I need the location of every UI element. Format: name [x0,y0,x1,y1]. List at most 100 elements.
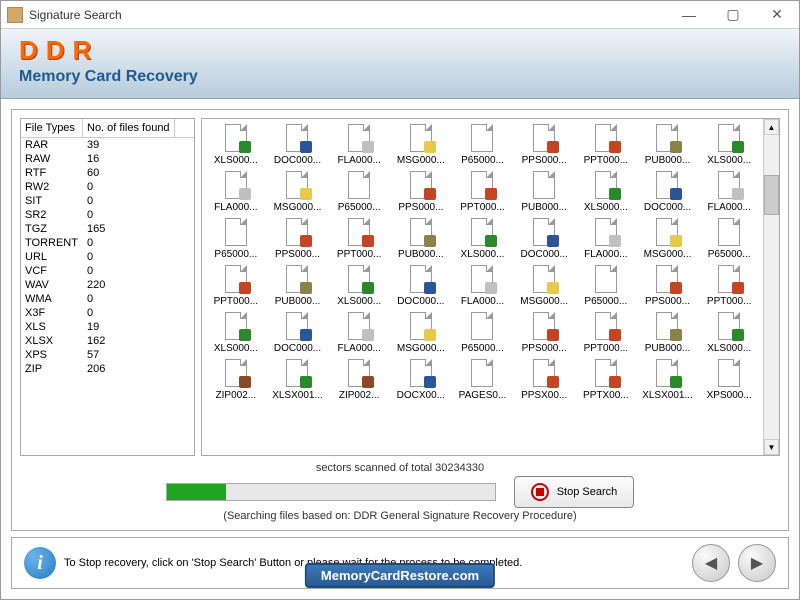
file-item[interactable]: DOC000... [268,311,328,354]
file-item[interactable]: XLS000... [576,170,636,213]
file-icon [346,217,372,247]
file-item[interactable]: MSG000... [391,123,451,166]
file-item[interactable]: PPS000... [514,311,574,354]
doc-badge-icon [424,282,436,294]
file-item[interactable]: XLS000... [699,311,759,354]
file-item[interactable]: FLA000... [329,123,389,166]
file-item[interactable]: PPT000... [453,170,513,213]
file-item[interactable]: FLA000... [453,264,513,307]
table-row[interactable]: TORRENT0 [21,236,194,250]
cell-count: 0 [83,236,97,250]
table-row[interactable]: URL0 [21,250,194,264]
file-item[interactable]: P65000... [453,311,513,354]
table-row[interactable]: WAV220 [21,278,194,292]
scroll-thumb[interactable] [764,175,779,215]
table-row[interactable]: SIT0 [21,194,194,208]
doc-badge-icon [300,141,312,153]
file-icon [593,358,619,388]
file-item[interactable]: DOC000... [514,217,574,260]
ppt-badge-icon [732,282,744,294]
file-item[interactable]: PAGES0... [453,358,513,401]
file-item[interactable]: XLS000... [329,264,389,307]
file-item[interactable]: PUB000... [391,217,451,260]
table-row[interactable]: RW20 [21,180,194,194]
file-icon [284,311,310,341]
scroll-up-button[interactable]: ▲ [764,119,779,135]
file-item[interactable]: P65000... [329,170,389,213]
file-item[interactable]: PPS000... [514,123,574,166]
scroll-down-button[interactable]: ▼ [764,439,779,455]
file-item[interactable]: PPSX00... [514,358,574,401]
file-item[interactable]: PPT000... [206,264,266,307]
msg-badge-icon [424,329,436,341]
file-icon [408,217,434,247]
file-item[interactable]: PPT000... [576,123,636,166]
file-icon [346,311,372,341]
file-item[interactable]: MSG000... [391,311,451,354]
file-item[interactable]: ZIP002... [329,358,389,401]
doc-badge-icon [670,188,682,200]
file-item[interactable]: DOC000... [268,123,328,166]
file-item[interactable]: PUB000... [514,170,574,213]
file-item[interactable]: XLSX001... [638,358,698,401]
table-row[interactable]: XPS57 [21,348,194,362]
scrollbar-vertical[interactable]: ▲ ▼ [763,119,779,455]
file-item[interactable]: PUB000... [638,123,698,166]
file-item[interactable]: PPT000... [699,264,759,307]
file-item[interactable]: PUB000... [268,264,328,307]
file-item[interactable]: DOCX00... [391,358,451,401]
minimize-button[interactable]: — [673,4,705,26]
table-row[interactable]: SR20 [21,208,194,222]
cell-count: 0 [83,292,97,306]
file-item[interactable]: FLA000... [329,311,389,354]
file-item[interactable]: XLS000... [453,217,513,260]
table-row[interactable]: VCF0 [21,264,194,278]
file-item[interactable]: P65000... [699,217,759,260]
file-item[interactable]: DOC000... [638,170,698,213]
file-item[interactable]: PPTX00... [576,358,636,401]
table-row[interactable]: TGZ165 [21,222,194,236]
file-item[interactable]: DOC000... [391,264,451,307]
nav-back-button[interactable]: ◀ [692,544,730,582]
file-item[interactable]: PUB000... [638,311,698,354]
file-item[interactable]: PPS000... [638,264,698,307]
file-icon [408,311,434,341]
progress-bar [166,483,496,501]
file-item[interactable]: PPT000... [329,217,389,260]
file-item[interactable]: MSG000... [514,264,574,307]
table-row[interactable]: RTF60 [21,166,194,180]
file-item[interactable]: P65000... [206,217,266,260]
cell-type: X3F [21,306,83,320]
file-item[interactable]: FLA000... [206,170,266,213]
file-item[interactable]: PPT000... [576,311,636,354]
file-item[interactable]: PPS000... [268,217,328,260]
file-icon [469,264,495,294]
table-row[interactable]: RAR39 [21,138,194,152]
file-item[interactable]: P65000... [453,123,513,166]
file-item[interactable]: FLA000... [699,170,759,213]
pps-badge-icon [547,376,559,388]
file-item[interactable]: XLS000... [206,123,266,166]
file-item[interactable]: MSG000... [638,217,698,260]
file-item[interactable]: P65000... [576,264,636,307]
nav-forward-button[interactable]: ▶ [738,544,776,582]
table-row[interactable]: X3F0 [21,306,194,320]
table-row[interactable]: XLSX162 [21,334,194,348]
table-row[interactable]: ZIP206 [21,362,194,376]
file-item[interactable]: MSG000... [268,170,328,213]
close-button[interactable]: ✕ [761,4,793,26]
table-row[interactable]: XLS19 [21,320,194,334]
file-item[interactable]: XPS000... [699,358,759,401]
cell-type: VCF [21,264,83,278]
maximize-button[interactable]: ▢ [717,4,749,26]
file-item[interactable]: XLSX001... [268,358,328,401]
file-item[interactable]: XLS000... [699,123,759,166]
stop-search-button[interactable]: Stop Search [514,476,635,508]
file-item[interactable]: XLS000... [206,311,266,354]
file-item[interactable]: PPS000... [391,170,451,213]
file-icon [531,170,557,200]
table-row[interactable]: RAW16 [21,152,194,166]
table-row[interactable]: WMA0 [21,292,194,306]
file-item[interactable]: ZIP002... [206,358,266,401]
file-item[interactable]: FLA000... [576,217,636,260]
